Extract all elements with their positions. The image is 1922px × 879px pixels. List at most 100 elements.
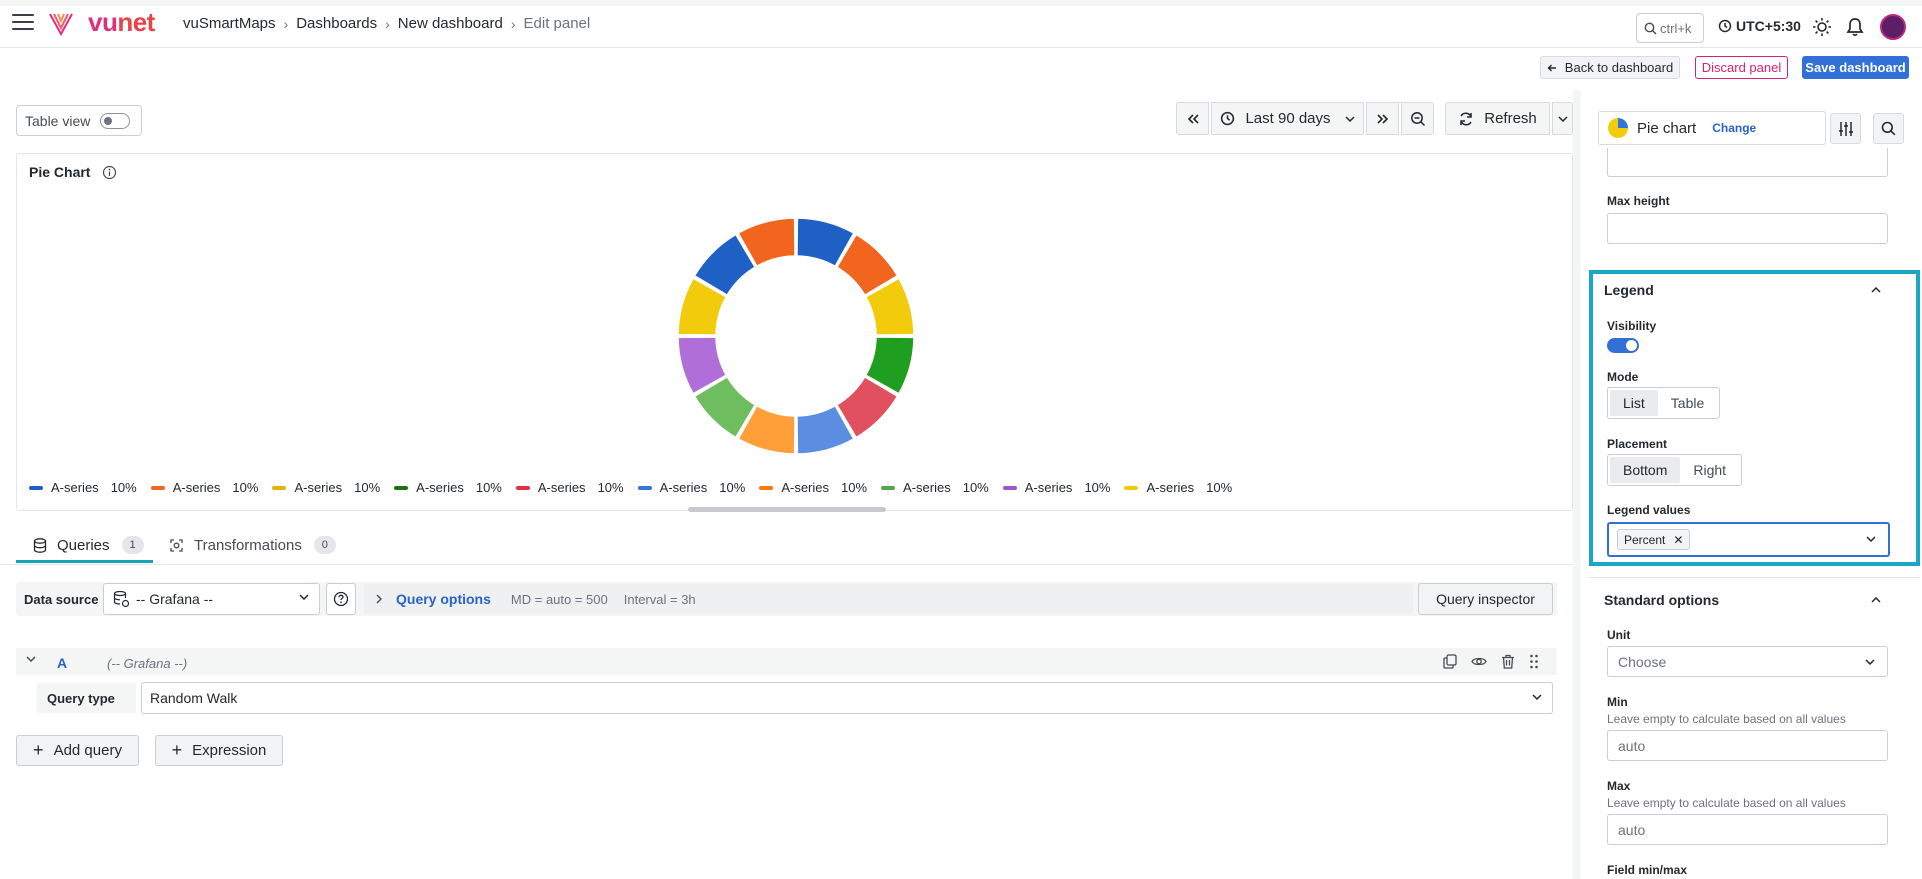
min-input[interactable]: auto [1607, 730, 1888, 761]
max-width-input[interactable] [1607, 148, 1888, 177]
legend-mode-list[interactable]: List [1610, 390, 1658, 416]
query-type-label: Query type [37, 683, 136, 713]
back-label: Back to dashboard [1564, 60, 1674, 75]
drag-handle-icon[interactable] [1529, 654, 1539, 669]
standard-options-title[interactable]: Standard options [1604, 592, 1719, 608]
legend-placement-label: Placement [1607, 437, 1668, 451]
save-dashboard-button[interactable]: Save dashboard [1802, 56, 1909, 79]
chevron-right-icon [376, 594, 382, 604]
legend-mode-radio: List Table [1607, 387, 1721, 419]
pie-chart-icon [1608, 118, 1628, 138]
data-source-select[interactable]: -- Grafana -- [103, 583, 320, 615]
pane-splitter[interactable] [1573, 90, 1581, 879]
trash-icon[interactable] [1501, 654, 1515, 669]
legend-item[interactable]: A-series 10% [272, 480, 380, 495]
table-view-label: Table view [25, 112, 91, 129]
data-source-help-button[interactable] [326, 583, 356, 615]
chevron-down-icon [1345, 115, 1355, 122]
avatar[interactable] [1880, 14, 1906, 40]
legend-item[interactable]: A-series 10% [1002, 480, 1111, 495]
back-to-dashboard-button[interactable]: Back to dashboard [1540, 56, 1680, 79]
zoom-out-button[interactable] [1401, 102, 1434, 135]
eye-icon[interactable] [1471, 654, 1487, 669]
chevron-down-icon[interactable] [26, 656, 36, 662]
chevron-up-icon[interactable] [1871, 287, 1881, 293]
legend-item-name: A-series [659, 480, 708, 495]
tab-queries[interactable]: Queries 1 [33, 536, 144, 554]
query-inspector-button[interactable]: Query inspector [1418, 583, 1553, 615]
max-input[interactable]: auto [1607, 814, 1888, 845]
legend-item[interactable]: A-series 10% [150, 480, 258, 495]
menu-icon[interactable] [12, 14, 34, 32]
search-button[interactable]: ctrl+k [1636, 13, 1704, 43]
options-search-button[interactable] [1873, 113, 1904, 144]
legend-mode-table[interactable]: Table [1658, 390, 1717, 416]
legend-item[interactable]: A-series 10% [29, 480, 137, 495]
legend-placement-bottom[interactable]: Bottom [1610, 457, 1681, 483]
table-view-switch[interactable] [100, 112, 131, 129]
remove-chip-icon[interactable]: ✕ [1673, 533, 1683, 547]
legend-item[interactable]: A-series 10% [881, 480, 989, 495]
add-expression-button[interactable]: + Expression [155, 735, 283, 766]
chevron-up-icon[interactable] [1871, 597, 1881, 603]
breadcrumb-item[interactable]: Dashboards [296, 15, 377, 32]
legend-section-title[interactable]: Legend [1604, 282, 1654, 298]
table-view-toggle[interactable]: Table view [16, 105, 142, 136]
legend-item[interactable]: A-series 10% [1124, 480, 1232, 495]
brand-logo[interactable]: vunet [88, 7, 155, 38]
legend-item[interactable]: A-series 10% [394, 480, 502, 495]
legend-item-value: 10% [110, 480, 137, 495]
legend-swatch [394, 485, 409, 490]
legend-visibility-label: Visibility [1607, 319, 1657, 333]
visualization-picker[interactable]: Pie chart Change [1598, 111, 1826, 145]
query-ref-datasource: (-- Grafana --) [107, 656, 188, 671]
legend-swatch [29, 485, 43, 490]
legend-item[interactable]: A-series 10% [759, 480, 867, 495]
time-range-picker[interactable]: Last 90 days [1211, 102, 1364, 135]
unit-placeholder: Choose [1618, 653, 1667, 670]
sun-icon[interactable] [1812, 17, 1832, 37]
tab-transformations[interactable]: Transformations 0 [169, 536, 336, 554]
duplicate-icon[interactable] [1443, 654, 1457, 669]
bell-icon[interactable] [1846, 17, 1864, 37]
legend-swatch [1002, 485, 1017, 490]
change-visualization-link[interactable]: Change [1712, 121, 1756, 135]
breadcrumb-separator: › [510, 15, 516, 32]
time-shift-forward-button[interactable] [1366, 102, 1399, 135]
options-filter-button[interactable] [1830, 113, 1861, 144]
legend-placement-right[interactable]: Right [1680, 457, 1739, 483]
query-options-toggle[interactable]: Query options MD = auto = 500 Interval =… [364, 584, 1413, 614]
legend-item-value: 10% [1084, 480, 1111, 495]
grafana-datasource-icon [113, 590, 130, 608]
panel-resize-handle[interactable] [688, 507, 886, 512]
zoom-out-icon [1410, 111, 1425, 126]
legend-swatch [881, 485, 896, 490]
unit-select[interactable]: Choose [1607, 646, 1888, 677]
legend-item-name: A-series [903, 480, 951, 495]
discard-panel-button[interactable]: Discard panel [1695, 56, 1788, 79]
legend-item-name: A-series [172, 480, 221, 495]
panel-title-text: Pie Chart [29, 164, 91, 180]
time-shift-back-button[interactable] [1176, 102, 1209, 135]
breadcrumb-item[interactable]: vuSmartMaps [183, 15, 276, 32]
breadcrumb-item[interactable]: New dashboard [398, 15, 503, 32]
tab-transformations-count: 0 [313, 536, 336, 554]
legend-values-select[interactable]: Percent ✕ [1607, 522, 1890, 557]
timezone-button[interactable]: UTC+5:30 [1718, 18, 1801, 34]
legend-item[interactable]: A-series 10% [515, 480, 624, 495]
legend-item-value: 10% [475, 480, 502, 495]
query-ref-id[interactable]: A [57, 655, 67, 671]
refresh-interval-dropdown[interactable] [1552, 102, 1573, 135]
info-icon[interactable] [102, 165, 117, 180]
refresh-button[interactable]: Refresh [1445, 102, 1550, 135]
pie-chart [677, 217, 915, 455]
max-height-input[interactable] [1607, 213, 1888, 244]
search-icon [1644, 22, 1657, 34]
panel-title: Pie Chart [29, 164, 117, 180]
breadcrumb-separator: › [385, 15, 390, 32]
legend-swatch [150, 485, 165, 490]
legend-item[interactable]: A-series 10% [637, 480, 745, 495]
add-query-button[interactable]: + Add query [16, 735, 139, 766]
query-type-select[interactable]: Random Walk [141, 682, 1553, 714]
legend-visibility-toggle[interactable] [1607, 338, 1639, 353]
